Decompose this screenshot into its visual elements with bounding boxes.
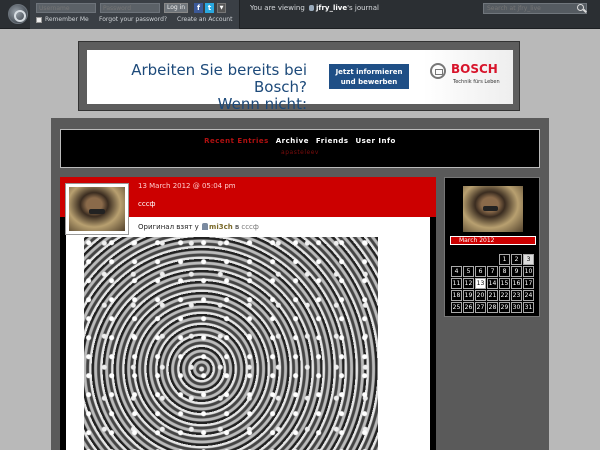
calendar-day[interactable]: 17 <box>523 278 534 289</box>
calendar-day[interactable]: 20 <box>475 290 486 301</box>
repost-community-link[interactable]: сссф <box>241 223 259 231</box>
calendar-day[interactable]: 1 <box>499 254 510 265</box>
livejournal-logo-icon[interactable] <box>8 4 28 24</box>
entry-userpic[interactable] <box>65 183 129 235</box>
ad-question-line1: Arbeiten Sie bereits bei Bosch? <box>131 61 307 96</box>
nav-archive[interactable]: Archive <box>276 137 309 145</box>
calendar-blank <box>463 254 474 265</box>
calendar-day[interactable]: 3 <box>523 254 534 265</box>
repost-in: в <box>234 223 240 231</box>
journal-entry: 13 March 2012 @ 05:04 pm сссф Оригинал в… <box>60 177 436 450</box>
calendar-day[interactable]: 2 <box>511 254 522 265</box>
repost-attribution: Оригинал взят у mi3ch в сссф <box>138 223 259 231</box>
journal-nav: Recent Entries Archive Friends User Info <box>61 137 539 145</box>
calendar-blank <box>451 254 462 265</box>
login-area: Log in f t ▼ Remember Me Forgot your pas… <box>30 0 240 29</box>
calendar-day[interactable]: 12 <box>463 278 474 289</box>
calendar-day[interactable]: 16 <box>511 278 522 289</box>
calendar-day[interactable]: 13 <box>475 278 486 289</box>
ad-button-line1: Jetzt informieren <box>335 68 403 76</box>
calendar-day[interactable]: 23 <box>511 290 522 301</box>
ad-question: Arbeiten Sie bereits bei Bosch? Wenn nic… <box>99 62 307 113</box>
repost-prefix: Оригинал взят у <box>138 223 199 231</box>
search-input[interactable] <box>483 3 587 14</box>
calendar-day[interactable]: 4 <box>451 266 462 277</box>
nav-recent-entries[interactable]: Recent Entries <box>204 137 269 145</box>
ad-apply-button[interactable]: Jetzt informieren und bewerben <box>329 64 409 89</box>
forgot-password-link[interactable]: Forgot your password? <box>99 16 167 23</box>
journal-header: Recent Entries Archive Friends User Info… <box>60 129 540 168</box>
entry-title[interactable]: сссф <box>138 200 156 208</box>
calendar-day[interactable]: 5 <box>463 266 474 277</box>
calendar-day[interactable]: 19 <box>463 290 474 301</box>
calendar-day[interactable]: 11 <box>451 278 462 289</box>
ad-button-line2: und bewerben <box>340 78 398 86</box>
user-icon[interactable] <box>202 223 209 230</box>
top-bar: Log in f t ▼ Remember Me Forgot your pas… <box>0 0 600 29</box>
calendar-day[interactable]: 25 <box>451 302 462 313</box>
calendar-day[interactable]: 15 <box>499 278 510 289</box>
chevron-down-icon[interactable]: ▼ <box>217 3 226 13</box>
sidebar-userpic[interactable] <box>463 186 523 232</box>
calendar-day[interactable]: 28 <box>487 302 498 313</box>
journal-container: Recent Entries Archive Friends User Info… <box>51 118 549 450</box>
bosch-brand-area: BOSCH Technik fürs Leben <box>423 50 513 104</box>
calendar-grid: 1 2 3 4 5 6 7 8 9 10 11 12 13 14 15 16 17 18 19 20 21 22 23 24 2… <box>451 254 535 314</box>
viewing-suffix: 's journal <box>347 4 379 12</box>
login-button[interactable]: Log in <box>164 3 188 13</box>
ad-question-line2: Wenn nicht: <box>217 95 307 113</box>
calendar-day[interactable]: 22 <box>499 290 510 301</box>
remember-me-label: Remember Me <box>45 16 89 23</box>
user-icon[interactable] <box>309 5 315 11</box>
twitter-icon[interactable]: t <box>205 3 214 13</box>
nav-friends[interactable]: Friends <box>316 137 349 145</box>
nav-user-info[interactable]: User Info <box>355 137 395 145</box>
calendar-day[interactable]: 29 <box>499 302 510 313</box>
bosch-logo-icon <box>430 63 446 79</box>
viewing-prefix: You are viewing <box>250 4 305 12</box>
calendar-day[interactable]: 24 <box>523 290 534 301</box>
journal-owner-link[interactable]: jfry_live <box>316 4 347 12</box>
calendar-blank <box>487 254 498 265</box>
ad-frame: Arbeiten Sie bereits bei Bosch? Wenn nic… <box>78 41 520 113</box>
calendar-day[interactable]: 26 <box>463 302 474 313</box>
calendar-day[interactable]: 7 <box>487 266 498 277</box>
calendar-day[interactable]: 14 <box>487 278 498 289</box>
create-account-link[interactable]: Create an Account <box>177 16 232 23</box>
calendar-day[interactable]: 10 <box>523 266 534 277</box>
calendar-month[interactable]: March 2012 <box>450 236 536 245</box>
username-input[interactable] <box>36 3 96 13</box>
entry-date[interactable]: 13 March 2012 @ 05:04 pm <box>138 182 236 190</box>
calendar-day[interactable]: 27 <box>475 302 486 313</box>
remember-me-checkbox[interactable] <box>36 17 42 23</box>
calendar-day[interactable]: 18 <box>451 290 462 301</box>
viewing-journal-text: You are viewing jfry_live's journal <box>250 4 379 12</box>
userpic-image <box>69 187 125 231</box>
facebook-icon[interactable]: f <box>194 3 203 13</box>
calendar-day[interactable]: 9 <box>511 266 522 277</box>
calendar-day[interactable]: 6 <box>475 266 486 277</box>
sidebar: March 2012 1 2 3 4 5 6 7 8 9 10 11 12 13 14 15 16 17 18 19… <box>444 177 540 317</box>
calendar-day[interactable]: 31 <box>523 302 534 313</box>
calendar-day[interactable]: 21 <box>487 290 498 301</box>
entry-body: Оригинал взят у mi3ch в сссф <box>60 217 436 450</box>
password-input[interactable] <box>100 3 160 13</box>
entry-photo[interactable] <box>84 237 378 450</box>
calendar-day[interactable]: 30 <box>511 302 522 313</box>
calendar-blank <box>475 254 486 265</box>
search-icon[interactable] <box>577 4 584 11</box>
repost-user-link[interactable]: mi3ch <box>209 223 233 231</box>
bosch-ad-banner[interactable]: Arbeiten Sie bereits bei Bosch? Wenn nic… <box>87 50 513 113</box>
bosch-tagline: Technik fürs Leben <box>453 79 500 85</box>
bosch-brand-name: BOSCH <box>451 62 498 76</box>
calendar-day[interactable]: 8 <box>499 266 510 277</box>
journal-subtitle: apasteleev <box>281 149 319 156</box>
